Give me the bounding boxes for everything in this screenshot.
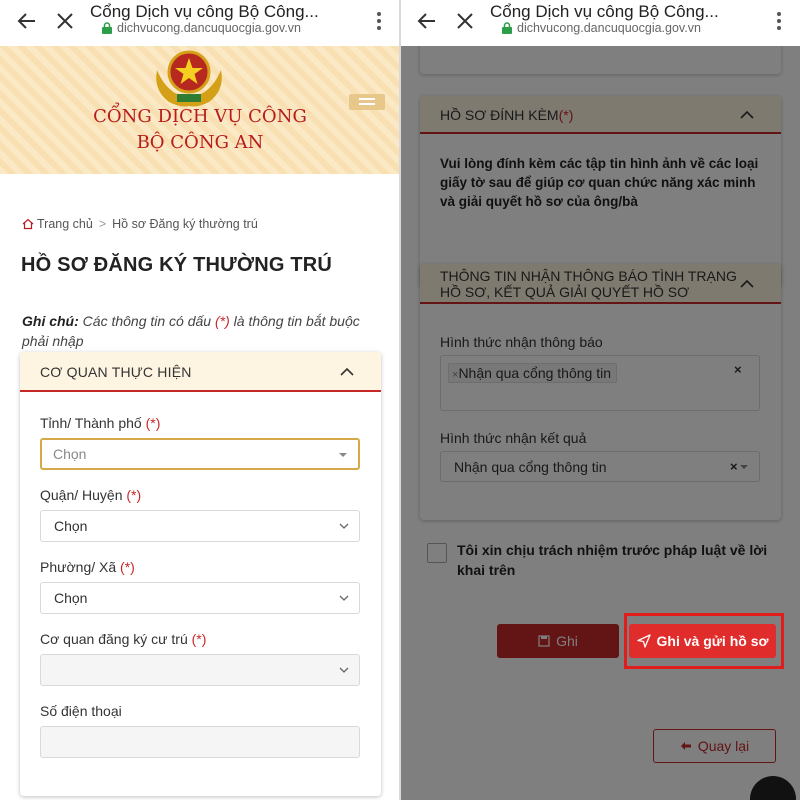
close-icon[interactable] <box>450 6 480 36</box>
pane-divider <box>399 0 401 800</box>
browser-toolbar: Cổng Dịch vụ công Bộ Công... dichvucong.… <box>400 0 800 46</box>
residence-office-select[interactable] <box>40 654 360 686</box>
page-title: HỒ SƠ ĐĂNG KÝ THƯỜNG TRÚ <box>21 254 333 276</box>
close-icon[interactable] <box>50 6 80 36</box>
agree-statement: Tôi xin chịu trách nhiệm trước pháp luật… <box>457 542 768 578</box>
attachments-instructions: Vui lòng đính kèm các tập tin hình ảnh v… <box>440 156 759 209</box>
notification-section-header[interactable]: THÔNG TIN NHẬN THÔNG BÁO TÌNH TRẠNG HỒ S… <box>420 264 781 304</box>
chevron-up-icon[interactable] <box>740 108 754 122</box>
required-note: Ghi chú: Các thông tin có dấu (*) là thô… <box>22 311 374 351</box>
breadcrumb-home-label: Trang chủ <box>37 217 93 231</box>
attachments-section-title: HỒ SƠ ĐÍNH KÈM(*) <box>440 107 573 123</box>
form-area: HỒ SƠ ĐÍNH KÈM(*) Vui lòng đính kèm các … <box>400 26 800 800</box>
more-vert-icon[interactable] <box>764 6 794 36</box>
agree-checkbox[interactable] <box>427 543 447 563</box>
browser-url: dichvucong.dancuquocgia.gov.vn <box>502 21 701 35</box>
clear-icon[interactable]: × <box>734 362 742 377</box>
browser-page-title: Cổng Dịch vụ công Bộ Công... <box>490 2 719 21</box>
more-vert-icon[interactable] <box>364 6 394 36</box>
save-and-submit-button[interactable]: Ghi và gửi hồ sơ <box>629 624 776 658</box>
home-icon <box>22 218 34 230</box>
back-button-label: Quay lại <box>697 738 750 754</box>
save-icon <box>538 635 550 647</box>
phone-label: Số điện thoại <box>40 703 122 719</box>
result-method-label: Hình thức nhận kết quả <box>440 430 587 446</box>
caret-down-icon <box>740 465 748 469</box>
save-button-label: Ghi <box>556 633 578 649</box>
ward-select-value: Chọn <box>54 590 88 606</box>
back-button[interactable]: Quay lại <box>653 729 776 763</box>
ward-select[interactable]: Chọn <box>40 582 360 614</box>
note-text: Các thông tin có dấu <box>78 313 215 329</box>
breadcrumb-current: Hồ sơ Đăng ký thường trú <box>112 217 258 231</box>
notify-method-tag[interactable]: ×Nhận qua cổng thông tin <box>448 363 618 383</box>
chevron-up-icon[interactable] <box>740 277 754 291</box>
attachments-title-text: HỒ SƠ ĐÍNH KÈM <box>440 107 559 123</box>
chevron-up-icon[interactable] <box>340 365 354 379</box>
chevron-down-icon <box>339 595 349 601</box>
notify-method-tag-label: Nhận qua cổng thông tin <box>458 365 612 381</box>
back-arrow-icon[interactable] <box>412 6 442 36</box>
province-select[interactable]: Chọn <box>40 438 360 470</box>
caret-down-icon <box>339 453 347 457</box>
province-label-text: Tỉnh/ Thành phố <box>40 415 142 431</box>
agency-section-title: CƠ QUAN THỰC HIỆN <box>40 364 192 380</box>
site-banner: CỔNG DỊCH VỤ CÔNG BỘ CÔNG AN <box>0 46 400 174</box>
agency-section-header[interactable]: CƠ QUAN THỰC HIỆN <box>20 352 381 392</box>
district-select-value: Chọn <box>54 518 88 534</box>
send-icon <box>636 634 651 648</box>
save-and-submit-label: Ghi và gửi hồ sơ <box>656 633 769 649</box>
required-mark: (*) <box>145 415 161 431</box>
back-arrow-icon[interactable] <box>12 6 42 36</box>
right-screen: Cổng Dịch vụ công Bộ Công... dichvucong.… <box>400 0 800 800</box>
left-screen: Cổng Dịch vụ công Bộ Công... dichvucong.… <box>0 0 400 800</box>
save-button[interactable]: Ghi <box>497 624 619 658</box>
notification-title-line2: HỒ SƠ, KẾT QUẢ GIẢI QUYẾT HỒ SƠ <box>440 284 690 300</box>
district-label-text: Quận/ Huyện <box>40 487 123 503</box>
police-emblem-icon <box>156 50 222 107</box>
residence-office-label-text: Cơ quan đăng ký cư trú <box>40 631 188 647</box>
url-text: dichvucong.dancuquocgia.gov.vn <box>517 21 701 35</box>
notification-title-line1: THÔNG TIN NHẬN THÔNG BÁO TÌNH TRẠNG <box>440 268 737 284</box>
url-text: dichvucong.dancuquocgia.gov.vn <box>117 21 301 35</box>
required-mark: (*) <box>558 107 574 123</box>
breadcrumb: Trang chủ > Hồ sơ Đăng ký thường trú <box>22 217 258 231</box>
district-select[interactable]: Chọn <box>40 510 360 542</box>
breadcrumb-separator: > <box>98 217 107 231</box>
province-label: Tỉnh/ Thành phố (*) <box>40 415 160 431</box>
notify-method-multiselect[interactable]: ×Nhận qua cổng thông tin × <box>440 355 760 411</box>
district-label: Quận/ Huyện (*) <box>40 487 141 503</box>
province-select-value: Chọn <box>53 446 87 462</box>
notification-section: THÔNG TIN NHẬN THÔNG BÁO TÌNH TRẠNG HỒ S… <box>420 264 781 520</box>
reply-arrow-icon <box>680 742 691 750</box>
result-method-select[interactable]: Nhận qua cổng thông tin × <box>440 451 760 482</box>
breadcrumb-home[interactable]: Trang chủ <box>22 217 93 231</box>
chevron-down-icon <box>339 523 349 529</box>
banner-title-line2: BỘ CÔNG AN <box>136 132 264 153</box>
ward-label-text: Phường/ Xã <box>40 559 117 575</box>
browser-page-title: Cổng Dịch vụ công Bộ Công... <box>90 2 319 21</box>
required-mark: (*) <box>214 313 230 329</box>
attachments-section-header[interactable]: HỒ SƠ ĐÍNH KÈM(*) <box>420 96 781 134</box>
required-mark: (*) <box>191 631 207 647</box>
browser-toolbar: Cổng Dịch vụ công Bộ Công... dichvucong.… <box>0 0 400 46</box>
ward-label: Phường/ Xã (*) <box>40 559 135 575</box>
lock-icon <box>502 22 512 34</box>
residence-office-label: Cơ quan đăng ký cư trú (*) <box>40 631 206 647</box>
result-method-value: Nhận qua cổng thông tin <box>454 459 607 475</box>
chevron-down-icon <box>339 667 349 673</box>
required-mark: (*) <box>126 487 142 503</box>
browser-url: dichvucong.dancuquocgia.gov.vn <box>102 21 301 35</box>
lock-icon <box>102 22 112 34</box>
agency-section: CƠ QUAN THỰC HIỆN Tỉnh/ Thành phố (*) Ch… <box>20 352 381 796</box>
attachments-section: HỒ SƠ ĐÍNH KÈM(*) Vui lòng đính kèm các … <box>420 96 781 288</box>
banner-title-line1: CỔNG DỊCH VỤ CÔNG <box>93 106 307 127</box>
clear-icon[interactable]: × <box>730 452 738 482</box>
phone-label-text: Số điện thoại <box>40 703 122 719</box>
phone-input[interactable] <box>40 726 360 758</box>
required-mark: (*) <box>120 559 135 575</box>
notify-method-label: Hình thức nhận thông báo <box>440 334 603 350</box>
note-label: Ghi chú: <box>22 313 79 329</box>
